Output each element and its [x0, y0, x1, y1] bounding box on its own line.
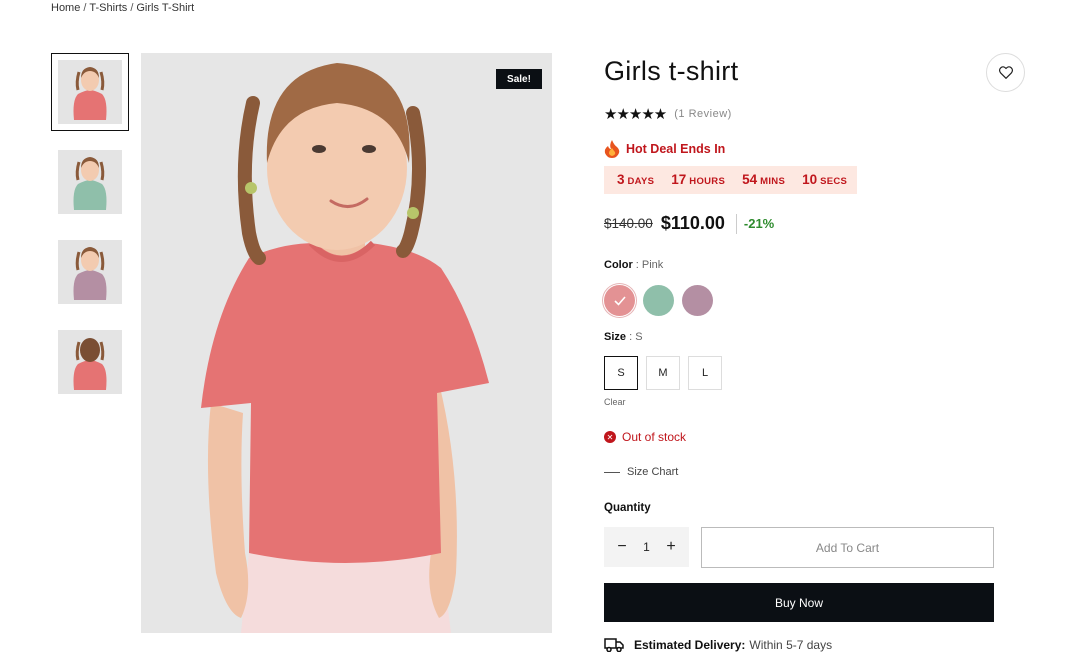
size-chart-link[interactable]: Size Chart: [604, 466, 678, 478]
countdown-secs-label: SECS: [820, 176, 848, 187]
size-option-l[interactable]: L: [688, 356, 722, 390]
countdown-secs-value: 10: [802, 172, 818, 187]
color-label-text: Color: [604, 259, 633, 271]
thumbnail-image: [58, 60, 122, 124]
thumbnail-gallery: [51, 53, 129, 413]
breadcrumb-home[interactable]: Home: [51, 2, 80, 14]
countdown-mins: 54 MINS: [742, 171, 785, 189]
color-swatches: [604, 285, 721, 316]
size-label: Size : S: [604, 331, 643, 343]
countdown-days-value: 3: [617, 172, 625, 187]
thumbnail-green[interactable]: [51, 143, 129, 221]
close-circle-icon: ✕: [604, 431, 616, 443]
breadcrumb-separator: /: [130, 2, 134, 14]
size-selected-value: S: [635, 331, 643, 343]
hot-deal-label: Hot Deal Ends In: [626, 142, 726, 156]
stock-status-text: Out of stock: [622, 430, 687, 444]
countdown-days: 3 DAYS: [617, 171, 654, 189]
color-selected-value: Pink: [641, 259, 664, 271]
dash-icon: [604, 471, 620, 473]
quantity-stepper: − 1 +: [604, 527, 689, 567]
truck-icon: [604, 638, 624, 652]
quantity-decrease-button[interactable]: −: [614, 538, 630, 556]
delivery-value: Within 5-7 days: [749, 638, 833, 652]
countdown-timer: 3 DAYS 17 HOURS 54 MINS 10 SECS: [604, 166, 858, 194]
size-label-text: Size: [604, 331, 627, 343]
clear-selection-link[interactable]: Clear: [604, 397, 626, 407]
breadcrumb-separator: /: [83, 2, 87, 14]
color-swatch-pink[interactable]: [604, 285, 635, 316]
countdown-hours-value: 17: [671, 172, 687, 187]
delivery-label: Estimated Delivery:: [634, 638, 746, 652]
stock-status: ✕ Out of stock: [604, 430, 686, 444]
product-title: Girls t-shirt: [604, 56, 739, 86]
thumbnail-pink-back[interactable]: [51, 323, 129, 401]
breadcrumb-tshirts[interactable]: T-Shirts: [89, 2, 127, 14]
review-count[interactable]: (1 Review): [674, 108, 732, 120]
thumbnail-image: [58, 330, 122, 394]
check-icon: [613, 295, 626, 306]
sale-badge: Sale!: [496, 69, 542, 89]
countdown-mins-value: 54: [742, 172, 758, 187]
color-swatch-green[interactable]: [643, 285, 674, 316]
size-chart-label: Size Chart: [627, 466, 679, 478]
hot-deal: Hot Deal Ends In: [604, 140, 725, 158]
sale-price: $110.00: [660, 213, 725, 233]
buy-now-button[interactable]: Buy Now: [604, 583, 994, 622]
thumbnail-pink[interactable]: [51, 53, 129, 131]
price-divider: [735, 213, 737, 234]
breadcrumb-current: Girls T-Shirt: [136, 2, 195, 14]
estimated-delivery: Estimated Delivery: Within 5-7 days: [604, 638, 832, 652]
wishlist-button[interactable]: [986, 53, 1025, 92]
thumbnail-image: [58, 240, 122, 304]
thumbnail-mauve[interactable]: [51, 233, 129, 311]
heart-icon: [998, 66, 1013, 79]
old-price: $140.00: [604, 216, 653, 231]
thumbnail-image: [58, 150, 122, 214]
breadcrumb: Home / T-Shirts / Girls T-Shirt: [51, 2, 194, 14]
countdown-mins-label: MINS: [760, 176, 786, 187]
size-option-s[interactable]: S: [604, 356, 638, 390]
countdown-days-label: DAYS: [627, 176, 655, 187]
main-product-image: [141, 53, 552, 633]
price-row: $140.00 $110.00 -21%: [604, 213, 774, 234]
countdown-hours: 17 HOURS: [671, 171, 725, 189]
quantity-input[interactable]: 1: [643, 540, 650, 554]
quantity-increase-button[interactable]: +: [663, 538, 679, 556]
color-label: Color : Pink: [604, 259, 664, 271]
size-options: SML: [604, 356, 730, 390]
fire-icon: [604, 140, 620, 158]
discount-badge: -21%: [743, 216, 775, 231]
star-rating-icon: ★★★★★: [604, 106, 667, 123]
color-swatch-mauve[interactable]: [682, 285, 713, 316]
rating: ★★★★★ (1 Review): [604, 105, 732, 123]
add-to-cart-button[interactable]: Add To Cart: [701, 527, 994, 568]
countdown-hours-label: HOURS: [689, 176, 726, 187]
quantity-label: Quantity: [604, 502, 651, 514]
size-option-m[interactable]: M: [646, 356, 680, 390]
product-photo: [141, 53, 552, 633]
countdown-secs: 10 SECS: [802, 171, 847, 189]
